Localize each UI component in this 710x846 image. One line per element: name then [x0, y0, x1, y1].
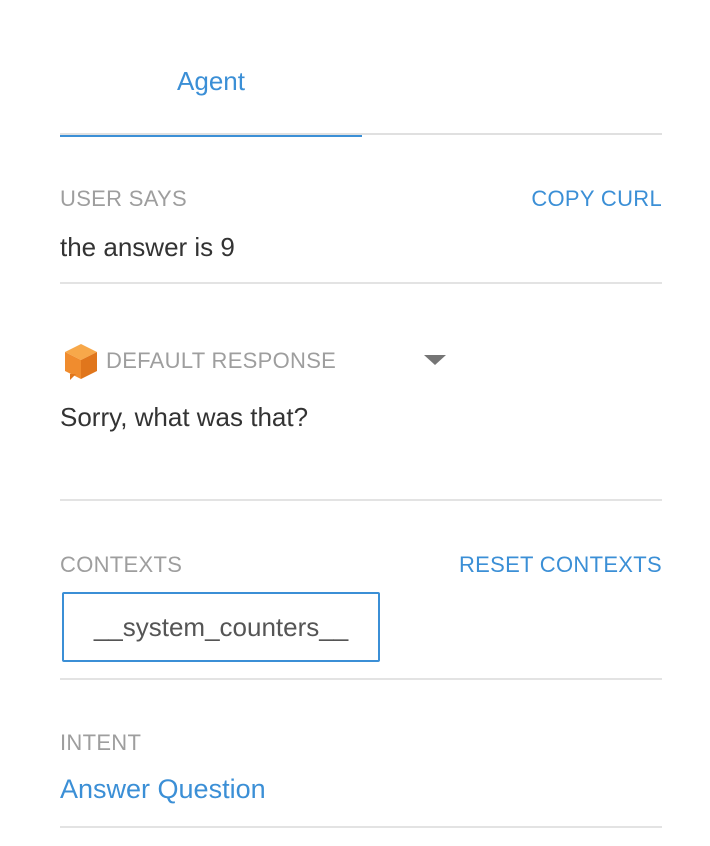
context-chip-label: __system_counters__: [93, 612, 349, 642]
tab-agent-label: Agent: [177, 66, 245, 96]
divider: [60, 678, 662, 680]
intent-label: INTENT: [60, 730, 142, 755]
contexts-label: CONTEXTS: [60, 552, 183, 577]
copy-curl-link[interactable]: COPY CURL: [531, 186, 662, 212]
divider: [60, 826, 662, 828]
tab-bar: Agent: [60, 0, 662, 137]
context-chip[interactable]: __system_counters__: [62, 592, 380, 662]
user-says-text: the answer is 9: [60, 232, 235, 262]
user-says-label: USER SAYS: [60, 186, 187, 211]
divider: [60, 499, 662, 501]
tab-agent[interactable]: Agent: [60, 0, 362, 137]
orange-cube-icon: [65, 344, 97, 380]
default-response-label: DEFAULT RESPONSE: [106, 348, 337, 373]
chevron-down-icon[interactable]: [422, 353, 448, 367]
divider: [60, 282, 662, 284]
active-tab-indicator: [60, 135, 362, 137]
reset-contexts-link[interactable]: RESET CONTEXTS: [459, 552, 662, 578]
intent-link[interactable]: Answer Question: [60, 774, 266, 805]
response-text: Sorry, what was that?: [60, 402, 309, 432]
